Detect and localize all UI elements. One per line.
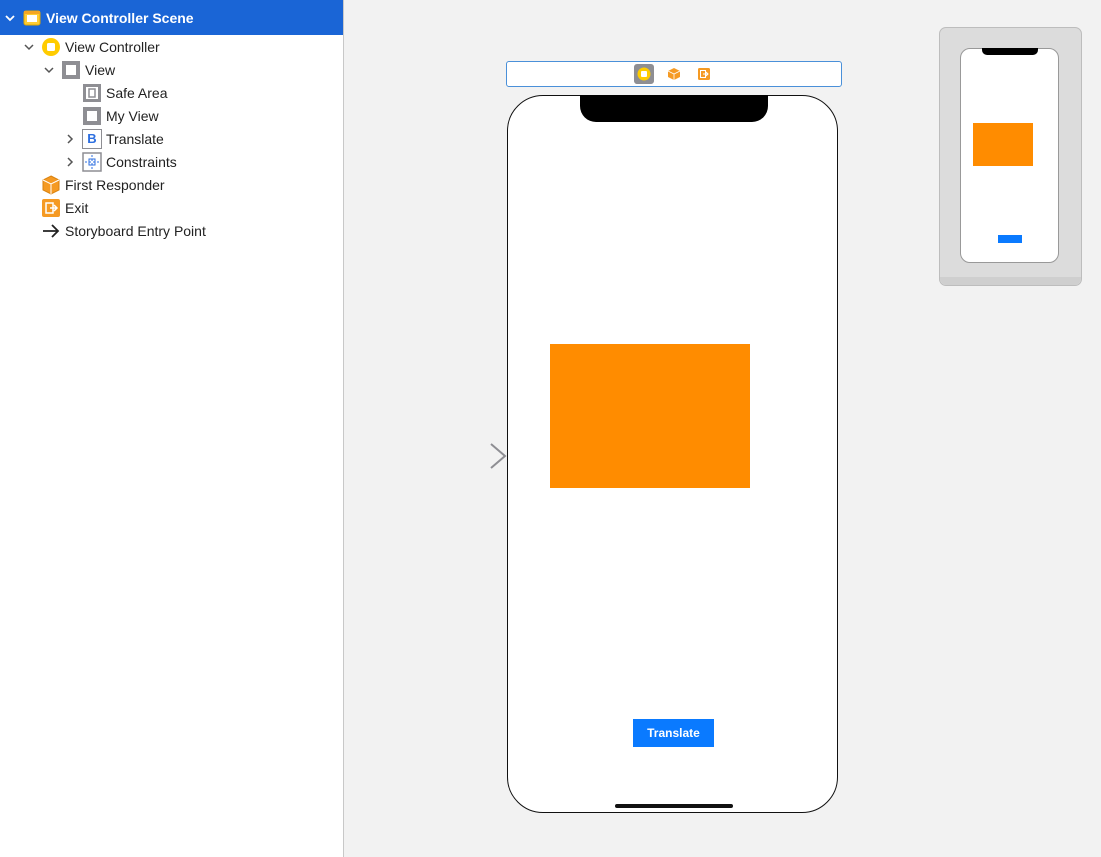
outline-label-entry-point: Storyboard Entry Point [65, 222, 206, 239]
iphone-frame[interactable]: Translate [507, 95, 838, 813]
chevron-down-icon[interactable] [4, 12, 16, 24]
chevron-right-icon[interactable] [64, 133, 76, 145]
arrow-right-icon [41, 221, 61, 241]
exit-icon[interactable] [694, 64, 714, 84]
chevron-down-icon[interactable] [23, 41, 35, 53]
outline-row-view[interactable]: View [0, 58, 343, 81]
outline-row-exit[interactable]: Exit [0, 196, 343, 219]
minimap-notch [982, 48, 1038, 55]
minimap-translate-button [998, 235, 1022, 243]
outline-label-first-responder: First Responder [65, 176, 165, 193]
outline-row-entry-point[interactable]: Storyboard Entry Point [0, 219, 343, 242]
first-responder-icon[interactable] [664, 64, 684, 84]
outline-label-translate: Translate [106, 130, 164, 147]
exit-icon [41, 198, 61, 218]
outline-row-constraints[interactable]: Constraints [0, 150, 343, 173]
constraints-icon [82, 151, 102, 172]
view-icon [61, 60, 81, 80]
view-controller-icon [41, 37, 61, 57]
entry-point-arrow[interactable] [426, 440, 508, 472]
outline-row-scene[interactable]: View Controller Scene [0, 0, 343, 35]
minimap[interactable] [939, 27, 1082, 286]
safe-area-icon [82, 83, 102, 103]
minimap-my-view [973, 123, 1033, 166]
chevron-down-icon[interactable] [43, 64, 55, 76]
minimap-phone [960, 48, 1059, 263]
view-icon [82, 106, 102, 126]
outline-label-safe-area: Safe Area [106, 84, 168, 101]
outline-label-my-view: My View [106, 107, 159, 124]
scene-icon [22, 8, 42, 28]
scene-dock [506, 61, 842, 87]
outline-row-translate[interactable]: B Translate [0, 127, 343, 150]
translate-button[interactable]: Translate [633, 719, 714, 747]
scene-title: View Controller Scene [46, 9, 194, 26]
home-indicator [615, 804, 733, 808]
first-responder-icon [41, 174, 61, 195]
outline-row-first-responder[interactable]: First Responder [0, 173, 343, 196]
outline-row-safe-area[interactable]: Safe Area [0, 81, 343, 104]
minimap-base [940, 277, 1081, 285]
chevron-right-icon[interactable] [64, 156, 76, 168]
outline-row-view-controller[interactable]: View Controller [0, 35, 343, 58]
outline-label-exit: Exit [65, 199, 89, 216]
document-outline: View Controller Scene View Controller Vi… [0, 0, 344, 857]
storyboard-canvas[interactable]: Translate [344, 0, 1101, 857]
outline-label-view: View [85, 61, 116, 78]
outline-row-my-view[interactable]: My View [0, 104, 343, 127]
outline-label-view-controller: View Controller [65, 38, 160, 55]
notch [580, 95, 768, 122]
view-controller-icon[interactable] [634, 64, 654, 84]
outline-label-constraints: Constraints [106, 153, 177, 170]
button-icon: B [82, 128, 102, 149]
my-view[interactable] [550, 344, 750, 488]
